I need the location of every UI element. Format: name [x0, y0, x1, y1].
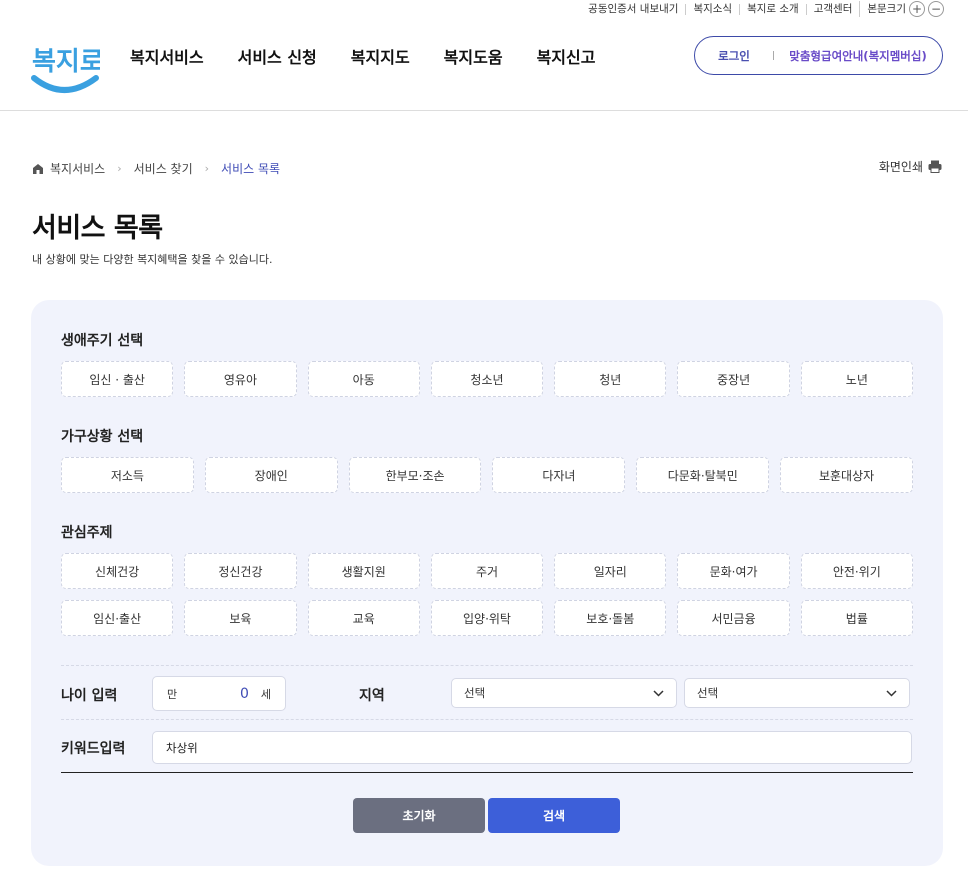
lifecycle-chip[interactable]: 청년 — [554, 361, 667, 397]
region-select-province-value: 선택 — [464, 686, 486, 700]
region-select-city-value: 선택 — [697, 686, 719, 700]
interest-chip[interactable]: 보육 — [184, 600, 297, 636]
interest-chip[interactable]: 보호·돌봄 — [554, 600, 667, 636]
keyword-underline — [61, 772, 913, 773]
breadcrumb-item-welfare-service[interactable]: 복지서비스 — [50, 160, 105, 177]
lifecycle-chip[interactable]: 영유아 — [184, 361, 297, 397]
util-link-about[interactable]: 복지로 소개 — [739, 3, 806, 15]
lifecycle-chip[interactable]: 중장년 — [677, 361, 790, 397]
lifecycle-heading: 생애주기 선택 — [61, 333, 144, 349]
page-title: 서비스 목록 — [32, 213, 163, 244]
household-chip[interactable]: 저소득 — [61, 457, 194, 493]
interest-chip[interactable]: 서민금융 — [677, 600, 790, 636]
interest-chip[interactable]: 생활지원 — [307, 553, 420, 589]
household-chip[interactable]: 다자녀 — [492, 457, 626, 493]
household-chip[interactable]: 보훈대상자 — [780, 457, 913, 493]
interest-chip[interactable]: 일자리 — [554, 553, 667, 589]
nav-welfare-service[interactable]: 복지서비스 — [130, 44, 204, 68]
interest-chip[interactable]: 신체건강 — [61, 553, 174, 589]
lifecycle-chip-group: 임신 · 출산 영유아 아동 청소년 청년 중장년 노년 — [61, 361, 913, 397]
nav-service-apply[interactable]: 서비스 신청 — [238, 44, 317, 68]
bokjiro-logo-icon: 복지로 — [31, 47, 104, 93]
font-increase-button[interactable]: + — [909, 1, 925, 17]
chevron-right-icon: › — [204, 162, 210, 175]
household-chip-group: 저소득 장애인 한부모·조손 다자녀 다문화·탈북민 보훈대상자 — [61, 457, 913, 493]
household-chip[interactable]: 다문화·탈북민 — [636, 457, 770, 493]
interest-chip[interactable]: 임신·출산 — [61, 600, 174, 636]
util-link-news[interactable]: 복지소식 — [685, 3, 739, 15]
region-select-city[interactable]: 선택 — [684, 678, 910, 708]
reset-button[interactable]: 초기화 — [353, 798, 485, 833]
util-link-customer-center[interactable]: 고객센터 — [805, 3, 860, 15]
interest-heading: 관심주제 — [61, 525, 113, 541]
region-select-province[interactable]: 선택 — [451, 678, 677, 708]
age-input[interactable]: 만 0 세 — [152, 676, 286, 711]
interest-chip[interactable]: 법률 — [800, 600, 913, 636]
nav-welfare-help[interactable]: 복지도움 — [444, 44, 503, 68]
font-size-control: 본문크기 + − — [859, 1, 944, 17]
keyword-input[interactable]: 차상위 — [152, 731, 912, 764]
breadcrumb-item-service-find[interactable]: 서비스 찾기 — [134, 160, 193, 177]
breadcrumb: 복지서비스 › 서비스 찾기 › 서비스 목록 — [32, 160, 280, 177]
lifecycle-chip[interactable]: 청소년 — [430, 361, 544, 397]
household-chip[interactable]: 한부모·조손 — [348, 457, 482, 493]
print-button[interactable]: 화면인쇄 — [879, 158, 942, 175]
utility-bar: 공동인증서 내보내기 복지소식 복지로 소개 고객센터 본문크기 + − — [581, 0, 944, 18]
interest-chip-group: 신체건강 정신건강 생활지원 주거 일자리 문화·여가 안전·위기 임신·출산 … — [61, 553, 913, 636]
interest-chip[interactable]: 문화·여가 — [677, 553, 790, 589]
age-suffix: 세 — [260, 687, 271, 701]
search-button[interactable]: 검색 — [488, 798, 620, 833]
chevron-down-icon — [653, 689, 664, 697]
header-divider — [0, 110, 968, 111]
interest-chip[interactable]: 교육 — [307, 600, 420, 636]
nav-welfare-map[interactable]: 복지지도 — [351, 44, 410, 68]
logo-text: 복지로 — [32, 47, 100, 77]
interest-chip[interactable]: 입양·위탁 — [430, 600, 544, 636]
lifecycle-chip[interactable]: 아동 — [307, 361, 420, 397]
login-box: 로그인 맞춤형급여안내(복지멤버십) — [694, 36, 943, 75]
nav-welfare-report[interactable]: 복지신고 — [537, 44, 596, 68]
membership-button[interactable]: 맞춤형급여안내(복지멤버십) — [774, 48, 942, 64]
breadcrumb-item-current: 서비스 목록 — [221, 162, 281, 176]
age-prefix: 만 — [167, 687, 178, 701]
site-logo[interactable]: 복지로 — [30, 32, 104, 98]
printer-icon — [928, 160, 942, 173]
chevron-down-icon — [886, 689, 897, 697]
interest-chip[interactable]: 주거 — [430, 553, 544, 589]
home-icon[interactable] — [32, 163, 44, 175]
search-filter-panel: 생애주기 선택 임신 · 출산 영유아 아동 청소년 청년 중장년 노년 가구상… — [31, 300, 943, 866]
font-decrease-button[interactable]: − — [928, 1, 944, 17]
household-chip[interactable]: 장애인 — [204, 457, 338, 493]
font-size-label: 본문크기 — [867, 2, 906, 15]
interest-chip[interactable]: 정신건강 — [184, 553, 297, 589]
age-label: 나이 입력 — [61, 688, 118, 704]
household-heading: 가구상황 선택 — [61, 429, 144, 445]
main-navigation: 복지서비스 서비스 신청 복지지도 복지도움 복지신고 — [130, 44, 595, 68]
chevron-right-icon: › — [117, 162, 122, 175]
keyword-label: 키워드입력 — [61, 741, 126, 757]
lifecycle-chip[interactable]: 임신 · 출산 — [61, 361, 174, 397]
keyword-input-value: 차상위 — [166, 740, 198, 755]
util-link-cert-export[interactable]: 공동인증서 내보내기 — [581, 3, 685, 15]
page-description: 내 상황에 맞는 다양한 복지혜택을 찾을 수 있습니다. — [32, 253, 273, 266]
form-divider — [61, 719, 913, 720]
interest-chip[interactable]: 안전·위기 — [800, 553, 913, 589]
region-label: 지역 — [359, 688, 385, 704]
lifecycle-chip[interactable]: 노년 — [800, 361, 913, 397]
form-divider — [61, 665, 913, 666]
print-label: 화면인쇄 — [878, 160, 923, 174]
age-value[interactable]: 0 — [177, 686, 261, 702]
login-button[interactable]: 로그인 — [695, 48, 773, 64]
